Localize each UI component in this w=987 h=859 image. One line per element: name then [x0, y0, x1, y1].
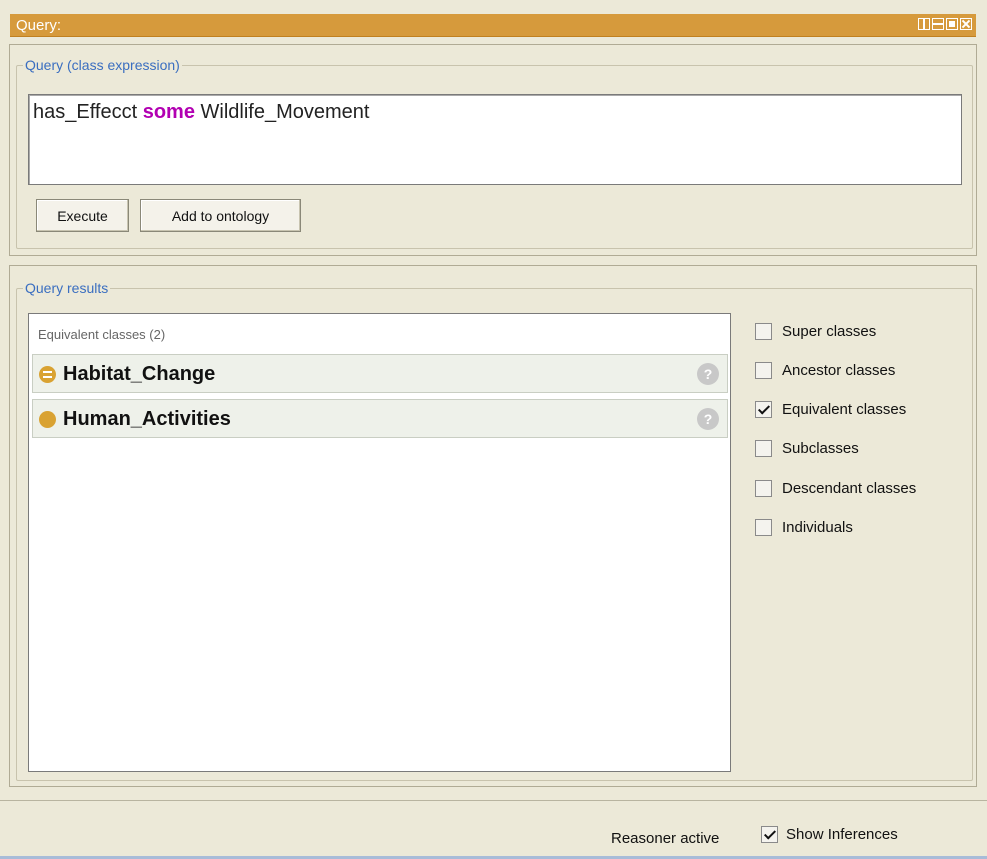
- show-inferences-label: Show Inferences: [786, 826, 898, 843]
- expression-property: has_Effecct: [33, 101, 138, 123]
- view-title: Query:: [16, 17, 62, 34]
- class-icon: [39, 411, 56, 428]
- help-icon[interactable]: ?: [697, 408, 719, 430]
- result-label: Habitat_Change: [63, 363, 216, 385]
- individuals-checkbox[interactable]: [755, 518, 772, 536]
- ancestor-classes-checkbox[interactable]: [755, 361, 772, 379]
- query-results-list[interactable]: Equivalent classes (2) Habitat_Change ? …: [28, 313, 731, 772]
- expression-keyword: some: [142, 101, 195, 123]
- option-subclasses[interactable]: Subclasses: [755, 437, 859, 459]
- view-controls: [918, 18, 972, 30]
- close-icon[interactable]: [960, 18, 972, 30]
- help-icon[interactable]: ?: [697, 363, 719, 385]
- option-ancestor-classes[interactable]: Ancestor classes: [755, 359, 895, 381]
- results-header: Equivalent classes (2): [38, 327, 166, 342]
- results-legend: Query results: [23, 280, 111, 296]
- query-legend: Query (class expression): [23, 57, 182, 73]
- super-classes-label: Super classes: [782, 322, 877, 340]
- option-equivalent-classes[interactable]: Equivalent classes: [755, 398, 906, 420]
- ancestor-classes-label: Ancestor classes: [782, 361, 896, 379]
- option-descendant-classes[interactable]: Descendant classes: [755, 477, 916, 499]
- descendant-classes-label: Descendant classes: [782, 479, 917, 497]
- individuals-label: Individuals: [782, 518, 853, 536]
- option-super-classes[interactable]: Super classes: [755, 320, 876, 342]
- equivalent-class-icon: [39, 366, 56, 383]
- result-item-habitat-change[interactable]: Habitat_Change ?: [32, 354, 728, 393]
- view-title-bar: Query:: [10, 14, 976, 37]
- split-horizontal-icon[interactable]: [932, 18, 944, 30]
- expression-class: Wildlife_Movement: [200, 101, 370, 123]
- execute-button[interactable]: Execute: [36, 199, 129, 232]
- subclasses-label: Subclasses: [782, 439, 859, 457]
- equivalent-classes-label: Equivalent classes: [782, 400, 907, 418]
- subclasses-checkbox[interactable]: [755, 439, 772, 457]
- status-bar: Reasoner active Show Inferences: [0, 800, 987, 859]
- result-label: Human_Activities: [63, 408, 231, 430]
- descendant-classes-checkbox[interactable]: [755, 479, 772, 497]
- show-inferences-toggle[interactable]: Show Inferences: [761, 826, 898, 843]
- show-inferences-checkbox[interactable]: [761, 826, 778, 843]
- result-item-human-activities[interactable]: Human_Activities ?: [32, 399, 728, 438]
- class-expression-editor[interactable]: has_Effecct some Wildlife_Movement: [28, 94, 962, 185]
- maximize-icon[interactable]: [946, 18, 958, 30]
- add-to-ontology-button[interactable]: Add to ontology: [140, 199, 301, 232]
- option-individuals[interactable]: Individuals: [755, 516, 853, 538]
- equivalent-classes-checkbox[interactable]: [755, 400, 772, 418]
- super-classes-checkbox[interactable]: [755, 322, 772, 340]
- split-vertical-icon[interactable]: [918, 18, 930, 30]
- reasoner-status: Reasoner active: [611, 830, 720, 847]
